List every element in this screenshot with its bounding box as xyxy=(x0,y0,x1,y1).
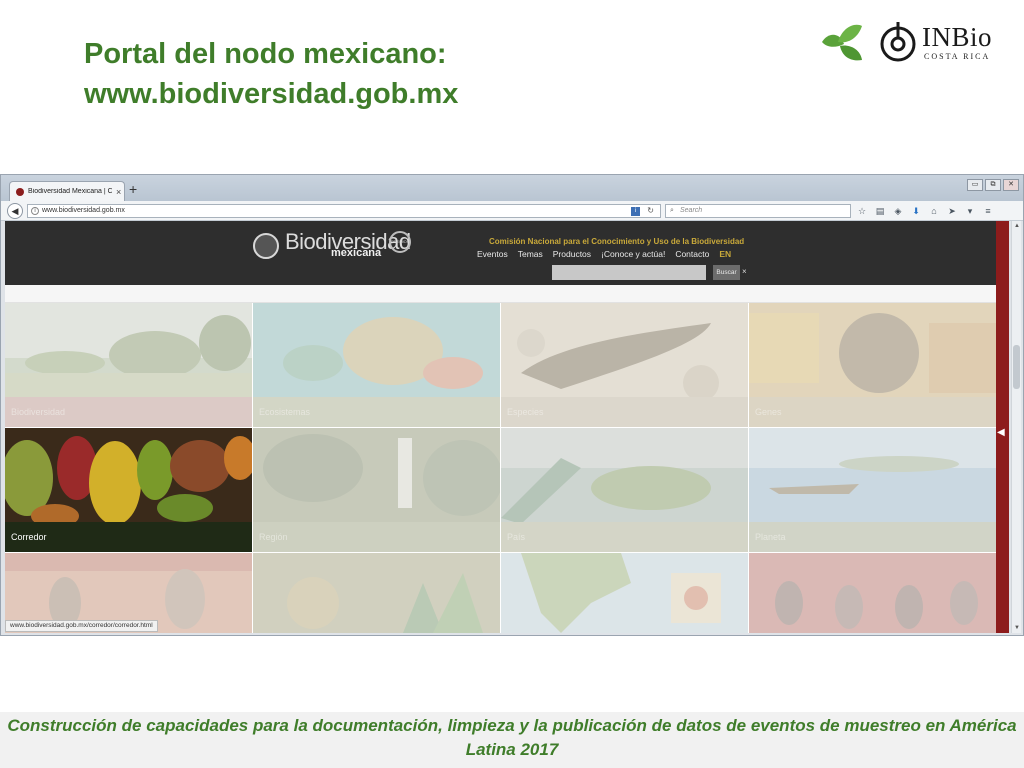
menu-item-productos[interactable]: Productos xyxy=(553,249,591,259)
navigation-bar: ◀ i www.biodiversidad.gob.mx i ↻ ⌕ Searc… xyxy=(1,201,1023,221)
reload-icon[interactable]: ↻ xyxy=(647,205,654,217)
menu-icon[interactable]: ≡ xyxy=(981,204,995,218)
inbio-name: INBio xyxy=(922,22,992,52)
search-icon: ⌕ xyxy=(670,207,674,214)
tile-planeta[interactable]: Planeta xyxy=(749,428,996,552)
tile-row3-2[interactable] xyxy=(253,553,500,633)
tile-pais[interactable]: País xyxy=(501,428,748,552)
scroll-up-icon[interactable]: ▲ xyxy=(1012,221,1022,231)
site-search-button[interactable]: Buscar xyxy=(713,265,740,280)
back-arrow-icon[interactable]: ◀ xyxy=(7,203,23,219)
tile-caption: Corredor xyxy=(11,532,47,542)
tile-caption: Especies xyxy=(507,407,544,417)
search-placeholder: Search xyxy=(680,207,703,214)
close-window-button[interactable]: ✕ xyxy=(1003,179,1019,191)
window-controls: ▭ ⧉ ✕ xyxy=(967,179,1019,191)
inbio-emblem-icon xyxy=(880,22,916,62)
overflow-icon[interactable]: ▾ xyxy=(963,204,977,218)
leaf-logo-icon xyxy=(822,24,862,61)
tile-row3-4[interactable] xyxy=(749,553,996,633)
web-viewport: Biodiversidad mexicana PREMIOS Comisión … xyxy=(5,221,1009,633)
download-icon[interactable]: ⬇ xyxy=(909,204,923,218)
slide-footer: Construcción de capacidades para la docu… xyxy=(0,712,1024,768)
tile-especies[interactable]: Especies xyxy=(501,303,748,427)
tile-caption: Región xyxy=(259,532,288,542)
reading-list-icon[interactable]: ▤ xyxy=(873,204,887,218)
site-header: Biodiversidad mexicana PREMIOS Comisión … xyxy=(5,221,996,285)
site-info-icon[interactable]: i xyxy=(31,207,39,215)
address-url: www.biodiversidad.gob.mx xyxy=(42,207,125,214)
tile-ecosistemas[interactable]: Ecosistemas xyxy=(253,303,500,427)
favicon-icon xyxy=(16,187,24,196)
star-icon[interactable]: ☆ xyxy=(855,204,869,218)
site-emblem-icon[interactable] xyxy=(253,233,279,259)
vertical-scrollbar[interactable]: ▲ ▼ xyxy=(1011,221,1021,633)
inbio-logo: INBio COSTA RICA xyxy=(878,20,1000,66)
tab-bar: Biodiversidad Mexicana | C... × + ▭ ⧉ ✕ xyxy=(1,175,1023,201)
tile-caption: País xyxy=(507,532,526,542)
tile-caption: Biodiversidad xyxy=(11,407,66,417)
language-toggle-en[interactable]: EN xyxy=(719,249,731,259)
slide-title-line1: Portal del nodo mexicano: xyxy=(84,38,447,70)
tile-region[interactable]: Región xyxy=(253,428,500,552)
pocket-icon[interactable]: ◈ xyxy=(891,204,905,218)
page-action-icon[interactable]: i xyxy=(631,207,640,216)
site-menu: Eventos Temas Productos ¡Conoce y actúa!… xyxy=(477,249,731,259)
menu-item-eventos[interactable]: Eventos xyxy=(477,249,508,259)
send-icon[interactable]: ➤ xyxy=(945,204,959,218)
menu-item-temas[interactable]: Temas xyxy=(518,249,543,259)
minimize-button[interactable]: ▭ xyxy=(967,179,983,191)
menu-item-conoce[interactable]: ¡Conoce y actúa! xyxy=(601,249,665,259)
menu-item-contacto[interactable]: Contacto xyxy=(675,249,709,259)
tile-caption: Planeta xyxy=(755,532,786,542)
scroll-thumb[interactable] xyxy=(1013,345,1020,389)
browser-window: Biodiversidad Mexicana | C... × + ▭ ⧉ ✕ … xyxy=(0,174,1024,636)
tile-caption xyxy=(749,603,996,633)
tile-biodiversidad[interactable]: Biodiversidad xyxy=(5,303,252,427)
new-tab-button[interactable]: + xyxy=(129,181,137,197)
slide-title-line2: www.biodiversidad.gob.mx xyxy=(84,78,459,110)
slide-title: Portal del nodo mexicano: www.biodiversi… xyxy=(84,34,724,114)
site-logo-sub: mexicana xyxy=(331,247,382,259)
side-rail: ◀ xyxy=(996,221,1009,633)
tile-caption xyxy=(253,603,500,633)
site-search-input[interactable] xyxy=(552,265,706,280)
tile-row3-3[interactable] xyxy=(501,553,748,633)
org-title: Comisión Nacional para el Conocimiento y… xyxy=(489,237,745,246)
search-close-icon[interactable]: × xyxy=(742,267,747,276)
inbio-subtitle: COSTA RICA xyxy=(924,52,991,61)
tile-caption xyxy=(501,603,748,633)
premios-badge-icon: PREMIOS xyxy=(389,231,411,253)
search-input[interactable]: ⌕ Search xyxy=(665,204,851,218)
tile-genes[interactable]: Genes xyxy=(749,303,996,427)
tile-corredor[interactable]: Corredor xyxy=(5,428,252,552)
toolbar-icons: ☆ ▤ ◈ ⬇ ⌂ ➤ ▾ ≡ xyxy=(855,204,995,218)
tab-close-icon[interactable]: × xyxy=(116,187,121,197)
tile-caption: Ecosistemas xyxy=(259,407,311,417)
home-icon[interactable]: ⌂ xyxy=(927,204,941,218)
restore-button[interactable]: ⧉ xyxy=(985,179,1001,191)
scroll-down-icon[interactable]: ▼ xyxy=(1012,623,1022,633)
tab-title: Biodiversidad Mexicana | C... xyxy=(28,188,112,195)
tile-caption: Genes xyxy=(755,407,782,417)
address-bar[interactable]: i www.biodiversidad.gob.mx i ↻ xyxy=(27,204,661,218)
arrow-left-icon[interactable]: ◀ xyxy=(997,427,1005,438)
header-spacer xyxy=(5,285,996,303)
topic-grid: Biodiversidad Ecosistemas Especies Genes… xyxy=(5,303,996,633)
browser-tab-active[interactable]: Biodiversidad Mexicana | C... × xyxy=(9,181,125,201)
status-bar-url: www.biodiversidad.gob.mx/corredor/corred… xyxy=(5,620,158,632)
